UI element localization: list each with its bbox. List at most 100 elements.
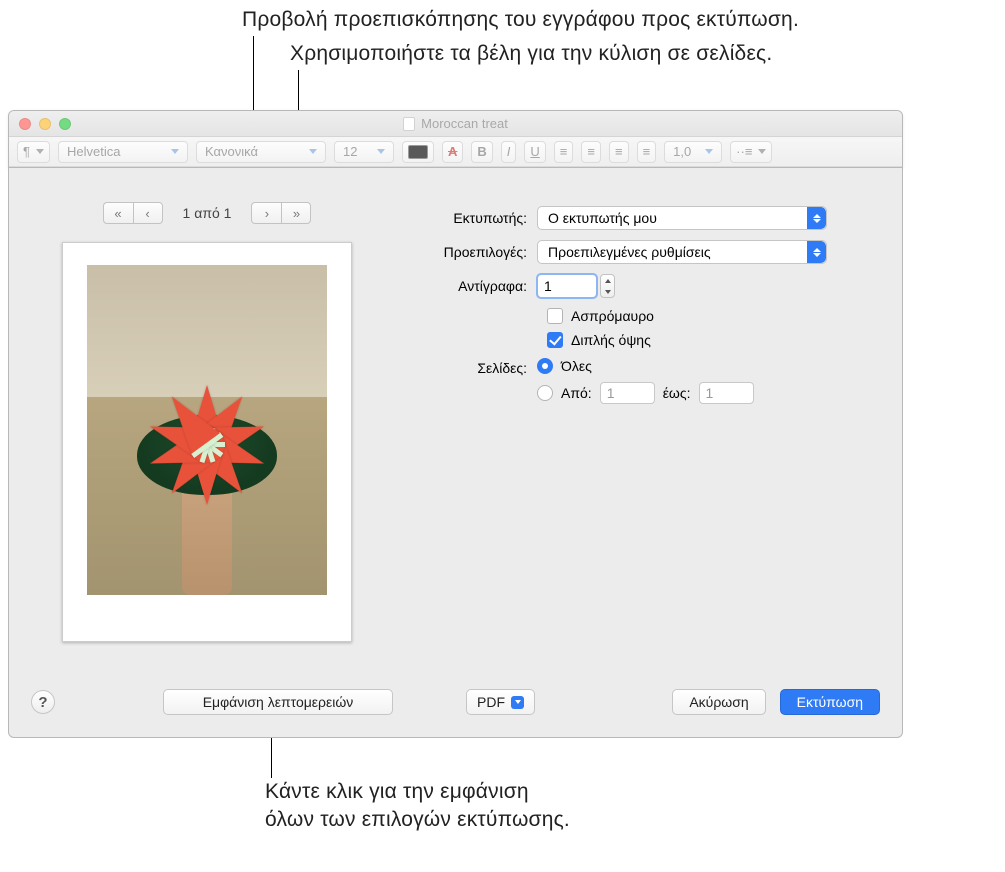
page-indicator: 1 από 1	[183, 205, 232, 221]
next-page-button[interactable]: ›	[251, 202, 281, 224]
cancel-button[interactable]: Ακύρωση	[672, 689, 765, 715]
document-icon	[403, 117, 415, 131]
preview-pane: « ‹ 1 από 1 › »	[27, 188, 387, 675]
font-size-label: 12	[343, 144, 357, 159]
paragraph-style-button[interactable]: ¶	[17, 141, 50, 163]
chevron-down-icon	[377, 149, 385, 154]
pages-to-label: έως:	[663, 385, 691, 401]
align-right-icon: ≡	[615, 144, 623, 159]
line-spacing-label: 1,0	[673, 144, 691, 159]
align-center-icon: ≡	[587, 144, 595, 159]
help-button[interactable]: ?	[31, 690, 55, 714]
show-details-button[interactable]: Εμφάνιση λεπτομερειών	[163, 689, 393, 715]
duplex-checkbox[interactable]	[547, 332, 563, 348]
close-button[interactable]	[19, 118, 31, 130]
a-icon: A	[448, 144, 457, 159]
font-size-select[interactable]: 12	[334, 141, 394, 163]
pages-label: Σελίδες:	[407, 358, 537, 376]
pages-all-radio[interactable]	[537, 358, 553, 374]
list-icon: ··≡	[736, 144, 752, 159]
align-left-icon: ≡	[560, 144, 568, 159]
text-color-button[interactable]	[402, 141, 434, 163]
pilcrow-icon: ¶	[23, 144, 30, 159]
preview-image	[87, 265, 327, 595]
pages-range-radio[interactable]	[537, 385, 553, 401]
minimize-button[interactable]	[39, 118, 51, 130]
window-title: Moroccan treat	[9, 116, 902, 131]
bold-button[interactable]: B	[471, 141, 492, 163]
print-button[interactable]: Εκτύπωση	[780, 689, 880, 715]
last-page-button[interactable]: »	[281, 202, 311, 224]
font-family-select[interactable]: Helvetica	[58, 141, 188, 163]
chevron-down-icon	[171, 149, 179, 154]
pages-from-label: Από:	[561, 385, 592, 401]
align-justify-button[interactable]: ≡	[637, 141, 657, 163]
align-center-button[interactable]: ≡	[581, 141, 601, 163]
chevrons-right-icon: »	[293, 206, 300, 221]
font-weight-label: Κανονικά	[205, 144, 258, 159]
printer-value: Ο εκτυπωτής μου	[548, 210, 657, 226]
strike-color-button[interactable]: A	[442, 141, 463, 163]
prev-page-button[interactable]: ‹	[133, 202, 163, 224]
chevron-down-icon	[705, 149, 713, 154]
select-arrows-icon	[807, 207, 826, 229]
callout-preview: Προβολή προεπισκόπησης του εγγράφου προς…	[242, 8, 799, 32]
titlebar: Moroccan treat	[9, 111, 902, 137]
chevron-down-icon	[758, 149, 766, 154]
print-dialog: « ‹ 1 από 1 › »	[8, 168, 903, 738]
underline-icon: U	[530, 144, 539, 159]
callout-details-2: όλων των επιλογών εκτύπωσης.	[265, 808, 570, 832]
bold-icon: B	[477, 144, 486, 159]
align-justify-icon: ≡	[643, 144, 651, 159]
underline-button[interactable]: U	[524, 141, 545, 163]
copies-stepper	[537, 274, 615, 298]
chevron-down-icon	[511, 696, 524, 709]
line-spacing-select[interactable]: 1,0	[664, 141, 722, 163]
color-swatch-icon	[408, 145, 428, 159]
callout-arrows: Χρησιμοποιήστε τα βέλη για την κύλιση σε…	[290, 42, 772, 66]
list-style-button[interactable]: ··≡	[730, 141, 772, 163]
chevron-down-icon	[309, 149, 317, 154]
step-down-icon	[601, 286, 614, 297]
presets-select[interactable]: Προεπιλεγμένες ρυθμίσεις	[537, 240, 827, 264]
pages-from-input[interactable]	[600, 382, 655, 404]
align-left-button[interactable]: ≡	[554, 141, 574, 163]
chevron-right-icon: ›	[265, 206, 269, 221]
options-pane: Εκτυπωτής: Ο εκτυπωτής μου Προεπιλογές: …	[387, 188, 884, 675]
copies-input[interactable]	[537, 274, 597, 298]
format-toolbar: ¶ Helvetica Κανονικά 12 A B I U ≡ ≡ ≡ ≡ …	[9, 137, 902, 167]
page-navigator: « ‹ 1 από 1 › »	[103, 202, 312, 224]
first-page-button[interactable]: «	[103, 202, 133, 224]
chevron-left-icon: ‹	[145, 206, 149, 221]
select-arrows-icon	[807, 241, 826, 263]
align-right-button[interactable]: ≡	[609, 141, 629, 163]
app-window: Moroccan treat ¶ Helvetica Κανονικά 12 A…	[8, 110, 903, 168]
copies-stepper-buttons[interactable]	[600, 274, 615, 298]
cancel-label: Ακύρωση	[689, 694, 748, 710]
pages-to-input[interactable]	[699, 382, 754, 404]
presets-value: Προεπιλεγμένες ρυθμίσεις	[548, 244, 711, 260]
font-family-label: Helvetica	[67, 144, 120, 159]
pdf-label: PDF	[477, 694, 505, 710]
chevron-down-icon	[36, 149, 44, 154]
traffic-lights	[19, 118, 71, 130]
copies-label: Αντίγραφα:	[407, 278, 537, 294]
pages-radio-group: Όλες Από: έως:	[537, 358, 754, 404]
zoom-button[interactable]	[59, 118, 71, 130]
presets-label: Προεπιλογές:	[407, 244, 537, 260]
show-details-label: Εμφάνιση λεπτομερειών	[203, 694, 354, 710]
callout-details-1: Κάντε κλικ για την εμφάνιση	[265, 780, 529, 804]
printer-label: Εκτυπωτής:	[407, 210, 537, 226]
italic-icon: I	[507, 144, 511, 159]
dialog-footer: ? Εμφάνιση λεπτομερειών PDF Ακύρωση Εκτύ…	[9, 675, 902, 737]
pdf-menu-button[interactable]: PDF	[466, 689, 535, 715]
question-icon: ?	[38, 694, 47, 711]
page-prev-group: « ‹	[103, 202, 163, 224]
font-weight-select[interactable]: Κανονικά	[196, 141, 326, 163]
window-title-text: Moroccan treat	[421, 116, 508, 131]
bw-checkbox[interactable]	[547, 308, 563, 324]
printer-select[interactable]: Ο εκτυπωτής μου	[537, 206, 827, 230]
italic-button[interactable]: I	[501, 141, 517, 163]
duplex-label: Διπλής όψης	[571, 332, 651, 348]
print-label: Εκτύπωση	[797, 694, 863, 710]
